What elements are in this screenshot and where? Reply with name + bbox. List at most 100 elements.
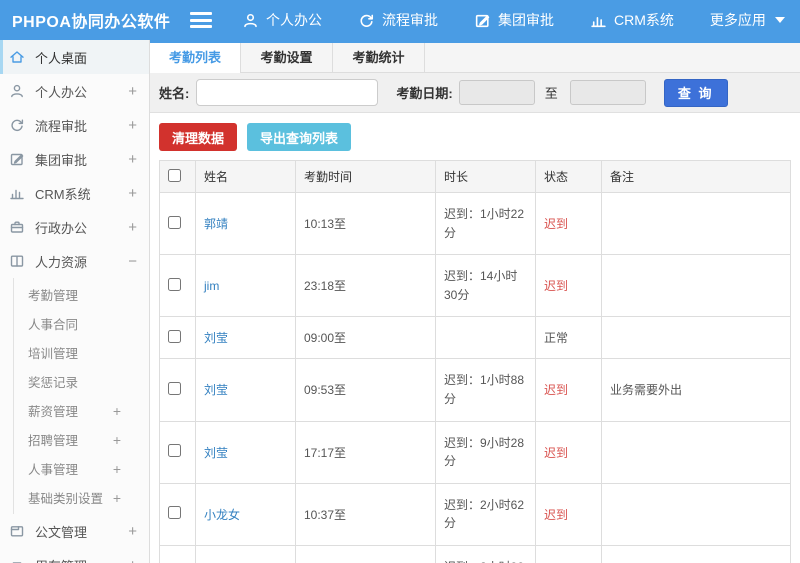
employee-name-link[interactable]: 刘莹 bbox=[204, 446, 228, 460]
tab-考勤列表[interactable]: 考勤列表 bbox=[149, 43, 241, 73]
sidebar-item-集团审批[interactable]: 集团审批 + bbox=[0, 142, 149, 176]
sidebar-subitem-人事管理[interactable]: 人事管理 + bbox=[14, 454, 149, 483]
expand-toggle-icon[interactable]: + bbox=[113, 432, 121, 448]
row-checkbox[interactable] bbox=[168, 215, 181, 229]
row-checkbox[interactable] bbox=[168, 506, 181, 520]
sidebar-item-CRM系统[interactable]: CRM系统 + bbox=[0, 176, 149, 210]
sidebar-subitem-label: 人事管理 bbox=[28, 463, 79, 477]
top-navigation: 个人办公 流程审批 集团审批 CRM系统 更多应用 bbox=[242, 10, 785, 30]
expand-toggle-icon[interactable]: + bbox=[128, 557, 137, 563]
column-header-姓名: 姓名 bbox=[195, 160, 296, 193]
select-all-checkbox[interactable] bbox=[168, 168, 181, 182]
flow-icon bbox=[9, 117, 26, 134]
row-checkbox[interactable] bbox=[168, 277, 181, 291]
status-text: 迟到 bbox=[544, 445, 569, 460]
sidebar-item-label: 流程审批 bbox=[35, 118, 88, 134]
row-checkbox[interactable] bbox=[168, 329, 181, 343]
sidebar-subitem-label: 奖惩记录 bbox=[28, 376, 79, 390]
date-from-input[interactable] bbox=[458, 80, 535, 105]
sidebar-subitem-培训管理[interactable]: 培训管理 bbox=[14, 338, 149, 367]
expand-toggle-icon[interactable]: + bbox=[113, 490, 121, 506]
tab-考勤统计[interactable]: 考勤统计 bbox=[333, 43, 425, 72]
export-list-button[interactable]: 导出查询列表 bbox=[247, 123, 352, 151]
expand-toggle-icon[interactable]: + bbox=[113, 403, 121, 419]
header-checkbox-cell bbox=[159, 160, 196, 193]
sidebar-item-公文管理[interactable]: 公文管理 + bbox=[0, 514, 149, 548]
duration-cell: 迟到：1小时88分 bbox=[435, 358, 536, 422]
row-checkbox[interactable] bbox=[168, 444, 181, 458]
column-header-考勤时间: 考勤时间 bbox=[295, 160, 436, 193]
sidebar-item-label: 集团审批 bbox=[35, 152, 88, 168]
sidebar-item-label: 人力资源 bbox=[35, 254, 88, 270]
caret-down-icon bbox=[774, 17, 785, 23]
employee-name-link[interactable]: 小龙女 bbox=[204, 508, 240, 522]
topnav-label: 更多应用 bbox=[709, 12, 766, 28]
name-cell: 刘莹 bbox=[195, 420, 296, 484]
sidebar-item-用车管理[interactable]: 用车管理+ bbox=[0, 548, 149, 563]
clean-data-button[interactable]: 清理数据 bbox=[159, 123, 238, 151]
duration-line: 迟到：2小时90分 bbox=[444, 558, 527, 563]
time-cell: 10:13至 bbox=[295, 191, 436, 256]
sidebar-item-个人办公[interactable]: 个人办公 + bbox=[0, 74, 149, 108]
sidebar-sublist-人力资源: 考勤管理 人事合同 培训管理 奖惩记录 薪资管理 + 招聘管理 + 人事管理 + 基础类别设置 + bbox=[13, 278, 149, 514]
sidebar-subitem-招聘管理[interactable]: 招聘管理 + bbox=[14, 425, 149, 454]
expand-toggle-icon[interactable]: + bbox=[128, 151, 137, 168]
person-icon bbox=[242, 12, 259, 29]
tab-考勤设置[interactable]: 考勤设置 bbox=[241, 43, 333, 72]
sidebar-item-行政办公[interactable]: 行政办公 + bbox=[0, 210, 149, 244]
search-button[interactable]: 查 询 bbox=[663, 78, 728, 107]
expand-toggle-icon[interactable]: + bbox=[128, 219, 137, 236]
sidebar-subitem-label: 招聘管理 bbox=[28, 434, 79, 448]
row-checkbox[interactable] bbox=[168, 381, 181, 395]
row-checkbox-cell bbox=[159, 358, 196, 422]
name-label: 姓名: bbox=[159, 86, 190, 101]
sidebar-subitem-人事合同[interactable]: 人事合同 bbox=[14, 309, 149, 338]
sidebar-item-人力资源[interactable]: 人力资源 − bbox=[0, 244, 149, 278]
duration-line: 迟到：1小时22分 bbox=[444, 207, 525, 240]
employee-name-link[interactable]: 郭靖 bbox=[204, 217, 228, 231]
status-text: 迟到 bbox=[544, 217, 569, 232]
expand-toggle-icon[interactable]: + bbox=[128, 185, 137, 202]
table-row: 郭靖 10:13至 迟到：1小时22分 迟到 bbox=[159, 191, 791, 256]
tab-strip: 考勤列表 考勤设置 考勤统计 bbox=[149, 40, 800, 73]
expand-toggle-icon[interactable]: + bbox=[128, 117, 137, 134]
expand-toggle-icon[interactable]: + bbox=[128, 83, 137, 100]
sidebar-subitem-薪资管理[interactable]: 薪资管理 + bbox=[14, 396, 149, 425]
row-checkbox-cell bbox=[159, 316, 196, 360]
expand-toggle-icon[interactable]: − bbox=[128, 253, 137, 270]
time-cell: 23:18至 bbox=[295, 254, 436, 318]
topnav-item-集团审批[interactable]: 集团审批 bbox=[474, 10, 554, 30]
topnav-item-流程审批[interactable]: 流程审批 bbox=[358, 10, 438, 30]
sidebar-subitem-基础类别设置[interactable]: 基础类别设置 + bbox=[14, 483, 149, 512]
sidebar-item-个人桌面[interactable]: 个人桌面 bbox=[0, 40, 149, 74]
car-icon bbox=[9, 557, 26, 563]
row-checkbox-cell bbox=[159, 544, 196, 563]
table-row: 刘莹 09:53至 迟到：1小时88分 迟到 业务需要外出 bbox=[159, 358, 791, 422]
status-cell: 迟到 bbox=[535, 420, 602, 484]
date-to-label: 至 bbox=[544, 86, 558, 101]
note-cell bbox=[601, 254, 791, 318]
topnav-item-CRM系统[interactable]: CRM系统 bbox=[590, 10, 674, 30]
name-input[interactable] bbox=[196, 79, 379, 106]
employee-name-link[interactable]: 刘莹 bbox=[204, 383, 228, 397]
flow-icon bbox=[358, 12, 375, 29]
time-cell: 09:00至 bbox=[295, 316, 436, 360]
sidebar-subitem-label: 薪资管理 bbox=[28, 405, 79, 419]
status-cell: 迟到 bbox=[535, 482, 602, 546]
sidebar-item-流程审批[interactable]: 流程审批 + bbox=[0, 108, 149, 142]
table-row: 刘莹 09:00至 正常 bbox=[159, 316, 791, 360]
sidebar-subitem-奖惩记录[interactable]: 奖惩记录 bbox=[14, 367, 149, 396]
expand-toggle-icon[interactable]: + bbox=[128, 523, 137, 540]
topnav-label: 个人办公 bbox=[266, 12, 322, 28]
main-panel: 考勤列表 考勤设置 考勤统计 姓名: 考勤日期: 至 查 询 清理数据 导出查询列表… bbox=[149, 40, 800, 563]
employee-name-link[interactable]: 刘莹 bbox=[204, 331, 228, 345]
topnav-item-更多应用[interactable]: 更多应用 bbox=[710, 10, 785, 30]
sidebar-subitem-考勤管理[interactable]: 考勤管理 bbox=[14, 280, 149, 309]
menu-toggle-icon[interactable] bbox=[190, 12, 212, 28]
topnav-item-个人办公[interactable]: 个人办公 bbox=[242, 10, 322, 30]
expand-toggle-icon[interactable]: + bbox=[113, 461, 121, 477]
row-checkbox-cell bbox=[159, 420, 196, 484]
date-to-input[interactable] bbox=[569, 80, 646, 105]
column-header-时长: 时长 bbox=[435, 160, 536, 193]
employee-name-link[interactable]: jim bbox=[204, 279, 219, 293]
